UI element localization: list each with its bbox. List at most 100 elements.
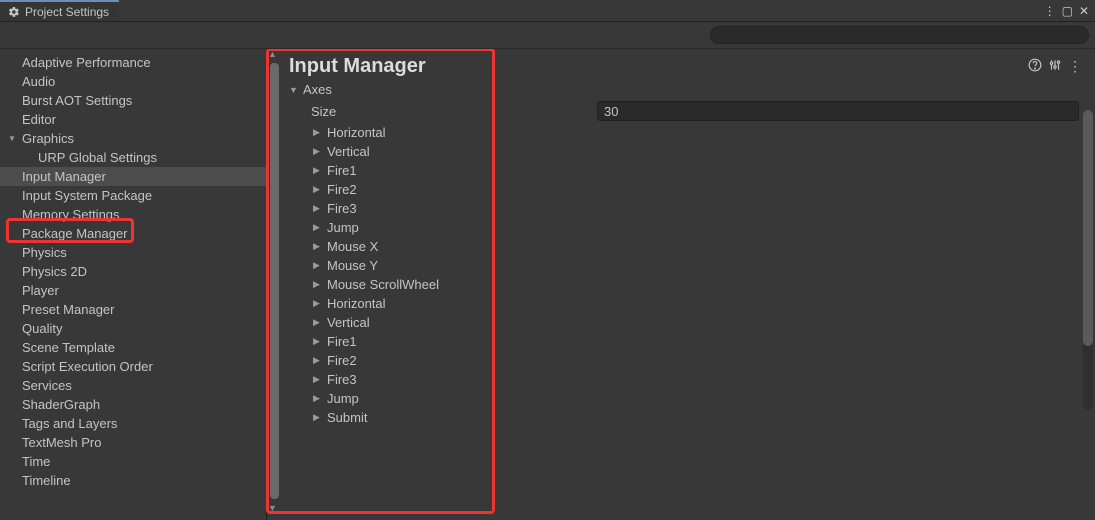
sidebar-item-label: Services (22, 378, 72, 393)
sidebar-item-label: Preset Manager (22, 302, 115, 317)
sidebar-item-package-manager[interactable]: Package Manager (0, 224, 266, 243)
axis-item[interactable]: Horizontal (267, 123, 1095, 142)
sidebar-item-audio[interactable]: Audio (0, 72, 266, 91)
window-menu-icon[interactable]: ⋮ (1044, 5, 1056, 17)
sidebar-item-physics-2d[interactable]: Physics 2D (0, 262, 266, 281)
sidebar-item-label: Player (22, 283, 59, 298)
sidebar-item-input-manager[interactable]: Input Manager (0, 167, 266, 186)
chevron-right-icon (313, 165, 327, 176)
axis-item[interactable]: Fire1 (267, 161, 1095, 180)
axis-item[interactable]: Jump (267, 389, 1095, 408)
kebab-menu-icon[interactable]: ⋮ (1065, 58, 1085, 75)
sidebar-item-tags-and-layers[interactable]: Tags and Layers (0, 414, 266, 433)
axis-label: Mouse X (327, 239, 378, 254)
chevron-right-icon (313, 222, 327, 233)
tab-project-settings[interactable]: Project Settings (0, 0, 119, 21)
sidebar-item-memory-settings[interactable]: Memory Settings (0, 205, 266, 224)
chevron-right-icon (313, 355, 327, 366)
chevron-right-icon (313, 336, 327, 347)
page-title: Input Manager (289, 55, 1025, 78)
sidebar-item-time[interactable]: Time (0, 452, 266, 471)
sidebar-item-adaptive-performance[interactable]: Adaptive Performance (0, 53, 266, 72)
sidebar-item-scene-template[interactable]: Scene Template (0, 338, 266, 357)
sidebar-item-editor[interactable]: Editor (0, 110, 266, 129)
preset-icon[interactable] (1045, 58, 1065, 75)
axis-item[interactable]: Horizontal (267, 294, 1095, 313)
axis-label: Vertical (327, 315, 370, 330)
chevron-down-icon (289, 85, 303, 95)
sidebar-item-player[interactable]: Player (0, 281, 266, 300)
chevron-right-icon (313, 203, 327, 214)
content-scrollbar[interactable] (1083, 110, 1093, 410)
chevron-right-icon (313, 393, 327, 404)
axis-label: Fire1 (327, 334, 357, 349)
sidebar-item-preset-manager[interactable]: Preset Manager (0, 300, 266, 319)
content-scroll-thumb[interactable] (1083, 110, 1093, 346)
sidebar-item-label: Input System Package (22, 188, 152, 203)
sidebar-item-label: Scene Template (22, 340, 115, 355)
sidebar-item-label: URP Global Settings (38, 150, 157, 165)
axis-label: Jump (327, 391, 359, 406)
sidebar-item-timeline[interactable]: Timeline (0, 471, 266, 490)
axis-label: Vertical (327, 144, 370, 159)
chevron-right-icon (313, 184, 327, 195)
sidebar-item-physics[interactable]: Physics (0, 243, 266, 262)
chevron-right-icon (313, 317, 327, 328)
axis-label: Jump (327, 220, 359, 235)
axis-label: Fire2 (327, 182, 357, 197)
axis-item[interactable]: Fire3 (267, 199, 1095, 218)
chevron-right-icon (313, 412, 327, 423)
chevron-right-icon (313, 298, 327, 309)
chevron-right-icon (313, 374, 327, 385)
axis-item[interactable]: Fire2 (267, 180, 1095, 199)
sidebar-item-graphics[interactable]: Graphics (0, 129, 266, 148)
sidebar-item-label: Quality (22, 321, 62, 336)
axis-item[interactable]: Fire1 (267, 332, 1095, 351)
chevron-right-icon (313, 146, 327, 157)
axis-item[interactable]: Vertical (267, 142, 1095, 161)
axes-label: Axes (303, 82, 332, 97)
axis-item[interactable]: Submit (267, 408, 1095, 427)
sidebar-item-label: Audio (22, 74, 55, 89)
sidebar-item-label: ShaderGraph (22, 397, 100, 412)
sidebar-item-textmesh-pro[interactable]: TextMesh Pro (0, 433, 266, 452)
sidebar-item-burst-aot-settings[interactable]: Burst AOT Settings (0, 91, 266, 110)
sidebar-item-label: Adaptive Performance (22, 55, 151, 70)
sidebar-item-services[interactable]: Services (0, 376, 266, 395)
sidebar-item-quality[interactable]: Quality (0, 319, 266, 338)
gear-icon (8, 6, 20, 18)
axis-item[interactable]: Vertical (267, 313, 1095, 332)
sidebar-item-urp-global-settings[interactable]: URP Global Settings (0, 148, 266, 167)
size-input[interactable] (597, 101, 1079, 121)
help-icon[interactable] (1025, 58, 1045, 75)
sidebar-item-label: TextMesh Pro (22, 435, 101, 450)
size-label: Size (267, 104, 597, 119)
sidebar-item-script-execution-order[interactable]: Script Execution Order (0, 357, 266, 376)
sidebar-item-input-system-package[interactable]: Input System Package (0, 186, 266, 205)
chevron-right-icon (313, 279, 327, 290)
chevron-right-icon (313, 127, 327, 138)
sidebar-item-shadergraph[interactable]: ShaderGraph (0, 395, 266, 414)
axis-item[interactable]: Mouse X (267, 237, 1095, 256)
window-close-icon[interactable]: ✕ (1079, 5, 1089, 17)
chevron-right-icon (313, 260, 327, 271)
chevron-right-icon (313, 241, 327, 252)
axis-label: Submit (327, 410, 367, 425)
settings-sidebar: Adaptive Performance Audio Burst AOT Setti… (0, 49, 267, 520)
axis-item[interactable]: Fire2 (267, 351, 1095, 370)
sidebar-item-label: Memory Settings (22, 207, 120, 222)
axis-label: Mouse ScrollWheel (327, 277, 439, 292)
axis-label: Fire1 (327, 163, 357, 178)
scroll-up-icon[interactable]: ▲ (268, 49, 277, 59)
axis-item[interactable]: Fire3 (267, 370, 1095, 389)
sidebar-item-label: Tags and Layers (22, 416, 117, 431)
sidebar-item-label: Graphics (22, 131, 74, 146)
axis-item[interactable]: Jump (267, 218, 1095, 237)
axis-item[interactable]: Mouse ScrollWheel (267, 275, 1095, 294)
tab-label: Project Settings (25, 5, 109, 19)
window-maximize-icon[interactable]: ▢ (1062, 5, 1073, 17)
search-input[interactable] (710, 26, 1089, 44)
axes-foldout[interactable]: Axes (267, 80, 1095, 99)
sidebar-item-label: Physics 2D (22, 264, 87, 279)
axis-item[interactable]: Mouse Y (267, 256, 1095, 275)
